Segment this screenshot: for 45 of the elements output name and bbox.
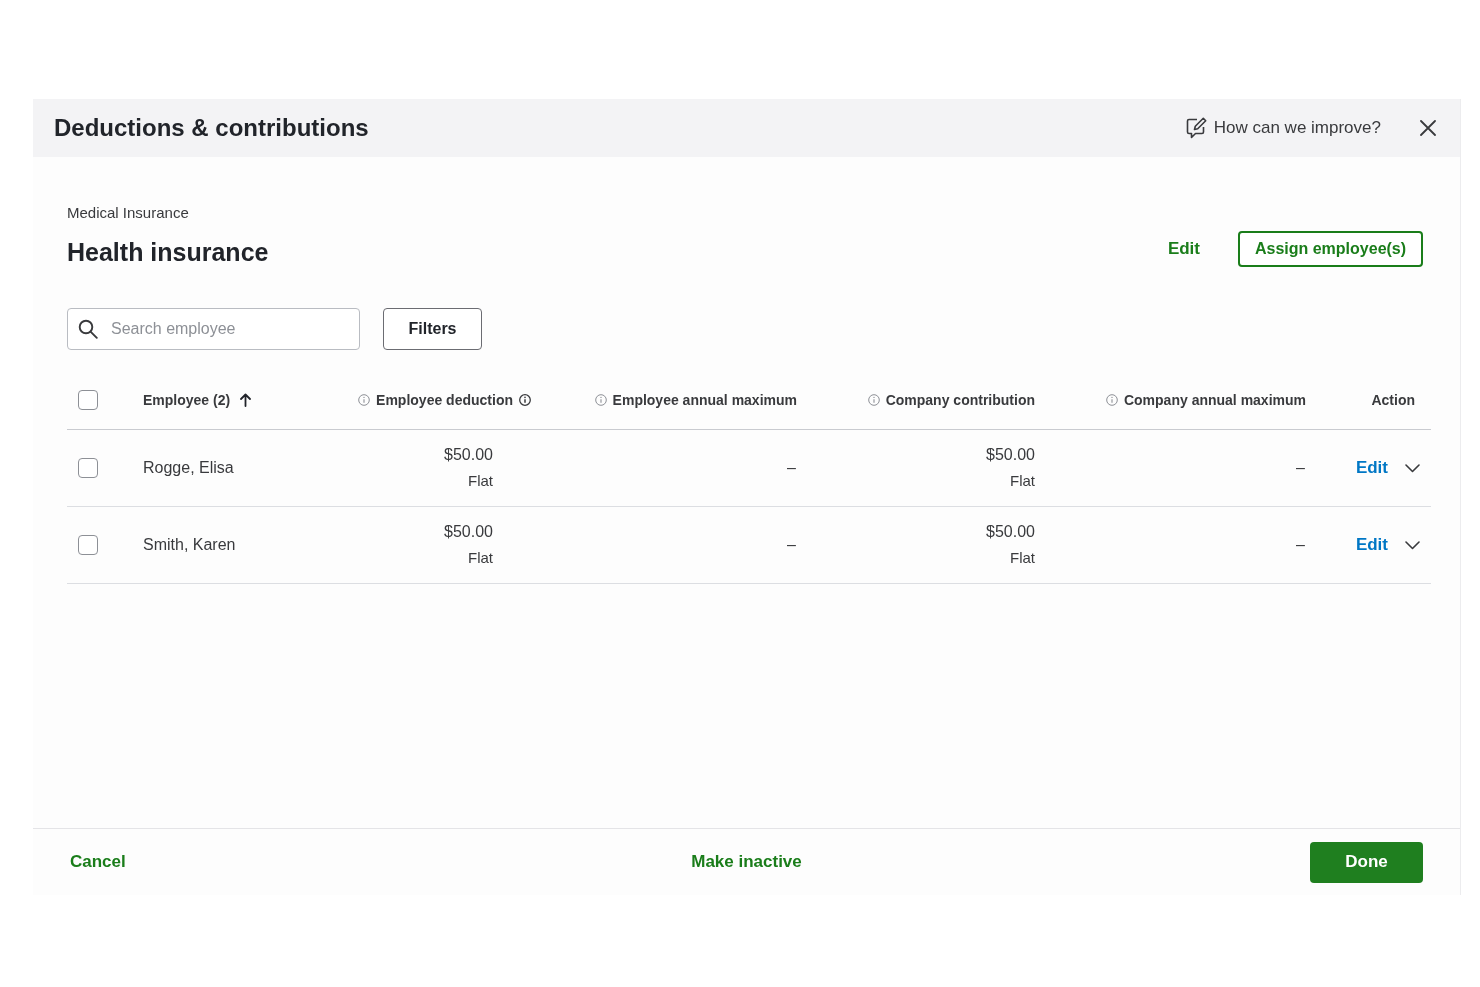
empty-value-text: – [787, 459, 796, 477]
feedback-link[interactable]: How can we improve? [1184, 117, 1381, 139]
amount-text: $50.00 [444, 522, 493, 542]
empty-value-text: – [1296, 536, 1305, 554]
search-icon [78, 319, 98, 339]
cancel-button[interactable]: Cancel [70, 852, 126, 872]
column-header: Company annual maximum [1123, 392, 1306, 408]
column-header[interactable]: Employee (2) [143, 392, 231, 408]
edit-link[interactable]: Edit [1167, 239, 1200, 259]
rate-type-text: Flat [468, 471, 493, 491]
amount-text: $50.00 [444, 445, 493, 465]
plan-title: Health insurance [67, 237, 269, 267]
employee-name: Rogge, Elisa [143, 459, 234, 477]
column-header: Employee annual maximum [612, 392, 797, 408]
amount-text: $50.00 [986, 445, 1035, 465]
speech-bubble-pencil-icon [1184, 117, 1207, 139]
chevron-down-icon [1405, 540, 1420, 550]
column-header: Employee deduction [376, 392, 513, 408]
rate-type-text: Flat [468, 548, 493, 568]
dialog-title: Deductions & contributions [54, 114, 369, 142]
close-icon [1420, 120, 1436, 136]
assign-employees-button[interactable]: Assign employee(s) [1238, 231, 1423, 267]
row-checkbox[interactable] [78, 535, 98, 555]
column-header: Action [1371, 392, 1415, 408]
info-icon[interactable] [519, 394, 531, 406]
row-menu-button[interactable] [1405, 463, 1420, 473]
filters-button[interactable]: Filters [383, 308, 482, 350]
amount-text: $50.00 [986, 522, 1035, 542]
arrow-up-icon[interactable] [240, 393, 252, 407]
select-all-checkbox[interactable] [78, 390, 98, 410]
edit-link[interactable]: Edit [1355, 535, 1388, 555]
column-header: Company contribution [885, 392, 1035, 408]
employee-name: Smith, Karen [143, 536, 236, 554]
rate-type-text: Flat [1010, 548, 1035, 568]
chevron-down-icon [1405, 463, 1420, 473]
row-checkbox[interactable] [78, 458, 98, 478]
search-field[interactable]: Search employee [67, 308, 360, 350]
done-button[interactable]: Done [1310, 841, 1423, 883]
rate-type-text: Flat [1010, 471, 1035, 491]
empty-value-text: – [787, 536, 796, 554]
close-button[interactable] [1420, 120, 1436, 136]
category-label: Medical Insurance [67, 204, 189, 222]
row-menu-button[interactable] [1405, 540, 1420, 550]
edit-link[interactable]: Edit [1355, 458, 1388, 478]
empty-value-text: – [1296, 459, 1305, 477]
